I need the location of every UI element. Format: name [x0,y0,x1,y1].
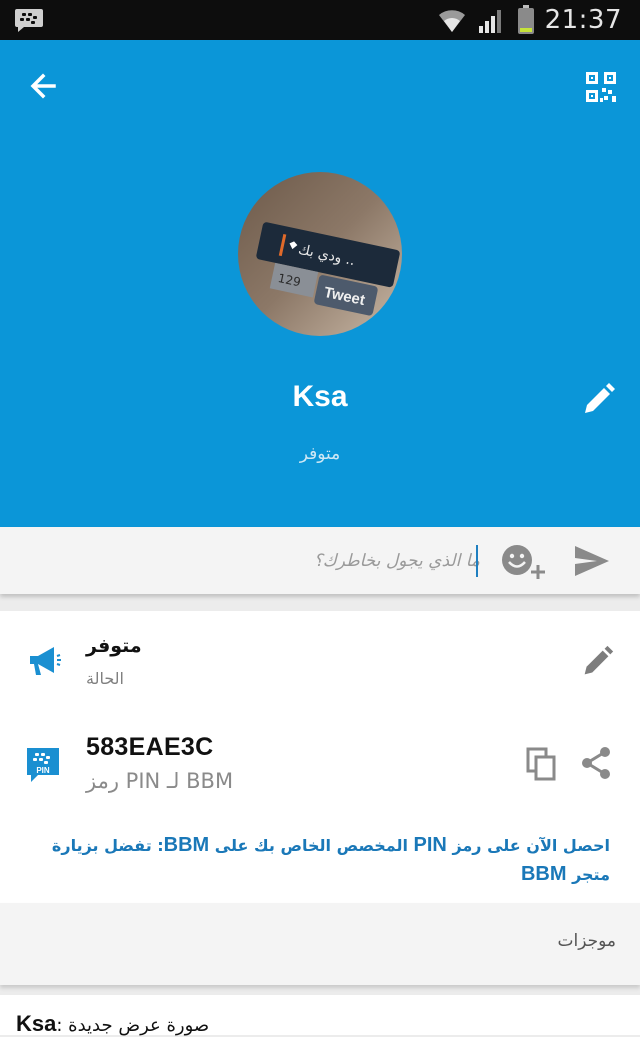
avatar[interactable]: ودي بك .. 129 Tweet [238,172,402,336]
signal-icon [477,6,507,34]
copy-pin-button[interactable] [524,745,560,783]
profile-info-card: متوفر الحالة PIN 583EAE3C رمز PIN لـ BBM [0,611,640,903]
arrow-left-icon [30,73,56,99]
send-button[interactable] [572,543,612,579]
feed-item-text: Ksa: صورة عرض جديدة [16,1011,209,1037]
promo-text-1: احصل الآن على رمز [446,836,610,855]
pencil-icon [585,383,615,413]
wifi-icon [437,6,467,34]
profile-status: متوفر [299,444,341,464]
edit-status-button[interactable] [578,643,616,681]
copy-icon [526,747,556,781]
megaphone-icon [26,643,62,679]
custom-pin-promo-link[interactable]: احصل الآن على رمز PIN المخصص الخاص بك عل… [30,831,610,889]
feeds-label: موجزات [557,931,616,951]
add-emoji-button[interactable] [500,541,548,581]
emoji-add-icon [502,545,545,579]
pin-field-label: رمز PIN لـ BBM [86,769,234,793]
send-icon [575,546,609,576]
feed-item-message: : صورة عرض جديدة [56,1015,210,1036]
status-bar: 21:37 [0,0,640,40]
battery-icon [517,5,535,35]
edit-profile-button[interactable] [578,380,618,420]
profile-header: ودي بك .. 129 Tweet Ksa متوفر [0,40,640,527]
pin-value: 583EAE3C [86,733,214,761]
text-caret [476,545,478,577]
qr-code-icon [586,72,616,102]
status-message-input[interactable] [160,541,482,581]
pin-badge-text: PIN [36,766,50,775]
status-field-label: الحالة [86,669,124,688]
promo-pin: PIN [413,834,447,856]
promo-bbm-store: BBM [520,863,567,885]
promo-bbm: BBM [163,834,210,856]
promo-text-2: المخصص الخاص بك على [209,836,414,855]
feeds-section-header: موجزات [0,903,640,985]
clock: 21:37 [544,5,622,35]
status-value: متوفر [86,635,142,657]
feed-item[interactable]: Ksa: صورة عرض جديدة [0,995,640,1037]
qr-code-button[interactable] [582,68,620,106]
status-composer [0,527,640,594]
pencil-icon [584,645,614,675]
bbm-pin-icon: PIN [24,745,62,785]
back-button[interactable] [24,66,64,106]
profile-name: Ksa [292,380,348,413]
share-icon [582,747,610,779]
share-pin-button[interactable] [578,745,614,781]
bbm-notification-icon [14,7,44,33]
